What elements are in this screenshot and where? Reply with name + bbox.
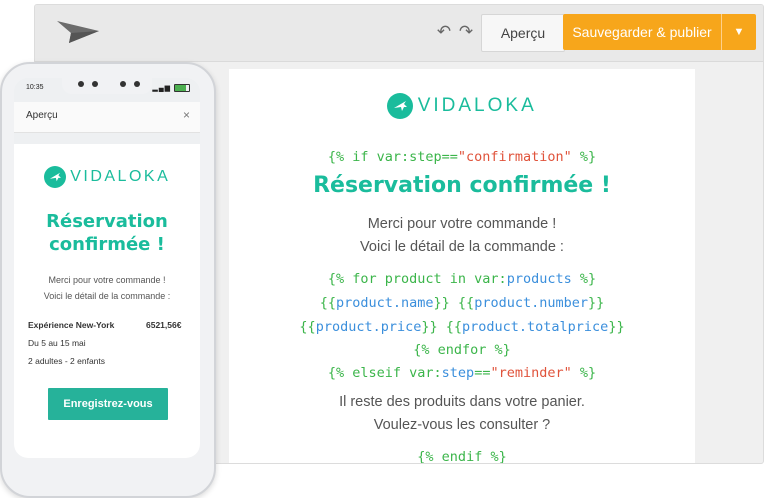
paper-plane-logo-icon <box>57 21 99 43</box>
phone-product-name: Expérience New-York <box>28 320 115 330</box>
phone-dates: Du 5 au 15 mai <box>28 338 86 348</box>
phone-title: Réservation confirmée ! <box>46 211 168 255</box>
battery-icon: ▂▄▆ <box>152 84 190 93</box>
phone-preview: 10:35 ▂▄▆ Aperçu × VIDALOKA Réservation … <box>0 62 216 498</box>
redo-icon[interactable]: ↷ <box>457 23 475 41</box>
code-endif-line: {% endif %} <box>417 449 507 464</box>
phone-screen: 10:35 ▂▄▆ Aperçu × VIDALOKA Réservation … <box>14 78 200 458</box>
phone-brand-name: VIDALOKA <box>70 168 171 185</box>
code-elseif-line: {% elseif var:step=="reminder" %} <box>327 365 597 381</box>
email-paragraph-1: Merci pour votre commande ! Voici le dét… <box>360 216 564 255</box>
plane-icon <box>387 93 414 119</box>
code-endfor-line: {% endfor %} <box>413 342 511 358</box>
phone-email-body: VIDALOKA Réservation confirmée ! Merci p… <box>14 144 200 458</box>
plane-icon <box>43 166 66 188</box>
preview-button[interactable]: Aperçu <box>481 14 565 52</box>
phone-product-price: 6521,56€ <box>146 320 182 330</box>
phone-header-title: Aperçu <box>26 110 58 121</box>
email-canvas: VIDALOKA {% if var:step=="confirmation" … <box>229 69 695 463</box>
code-price-line: {{product.price}} {{product.totalprice}} <box>299 319 625 335</box>
close-icon[interactable]: × <box>183 108 190 122</box>
code-if-line: {% if var:step=="confirmation" %} <box>327 149 597 165</box>
phone-brand-logo: VIDALOKA <box>14 166 200 188</box>
register-button[interactable]: Enregistrez-vous <box>48 388 168 420</box>
phone-notch <box>62 78 152 94</box>
phone-people: 2 adultes - 2 enfants <box>28 356 106 366</box>
toolbar: ↶ ↷ Aperçu Sauvegarder & publier ▼ <box>35 5 763 62</box>
chevron-down-icon[interactable]: ▼ <box>721 14 756 50</box>
phone-header: Aperçu × <box>14 102 200 133</box>
brand-logo: VIDALOKA <box>229 93 695 119</box>
brand-name: VIDALOKA <box>417 95 537 116</box>
status-time: 10:35 <box>26 84 44 91</box>
code-name-line: {{product.name}} {{product.number}} <box>319 295 605 311</box>
undo-icon[interactable]: ↶ <box>435 23 453 41</box>
email-paragraph-2: Il reste des produits dans votre panier.… <box>339 394 585 433</box>
email-title: Réservation confirmée ! <box>313 173 611 198</box>
phone-text: Merci pour votre commande ! Voici le dét… <box>43 275 171 301</box>
code-for-line: {% for product in var:products %} <box>327 271 597 287</box>
save-publish-button[interactable]: Sauvegarder & publier <box>563 14 721 50</box>
